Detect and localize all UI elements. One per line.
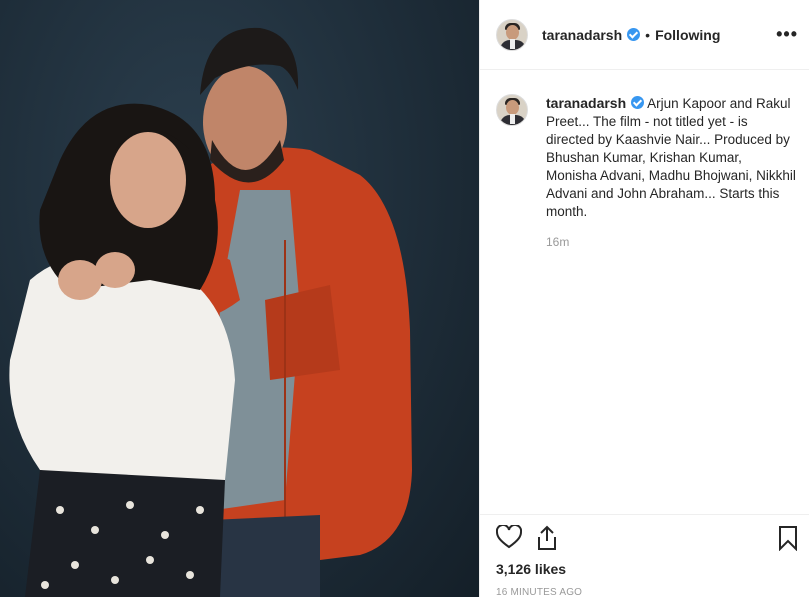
caption-text: Arjun Kapoor and Rakul Preet... The film… [546, 96, 796, 219]
heart-icon[interactable] [495, 523, 523, 554]
avatar-icon[interactable] [496, 18, 528, 51]
post-photo[interactable] [0, 0, 479, 597]
instagram-post: taranadarsh • Following ••• taranadarsh … [0, 0, 809, 597]
more-options-icon[interactable]: ••• [776, 24, 798, 45]
action-bar: 3,126 likes 16 MINUTES AGO [480, 514, 809, 597]
post-time[interactable]: 16 MINUTES AGO [496, 587, 582, 597]
caption-comment: taranadarsh Arjun Kapoor and Rakul Preet… [496, 94, 796, 221]
verified-badge-icon [627, 28, 641, 41]
share-icon[interactable] [535, 525, 559, 556]
caption-text-block: taranadarsh Arjun Kapoor and Rakul Preet… [546, 94, 796, 221]
separator-dot: • [645, 26, 651, 43]
caption-username-link[interactable]: taranadarsh [546, 95, 626, 111]
verified-badge-icon [631, 96, 645, 109]
follow-status-button[interactable]: Following [655, 27, 720, 43]
post-header: taranadarsh • Following ••• [480, 0, 809, 70]
comment-timestamp[interactable]: 16m [546, 235, 569, 249]
bookmark-icon[interactable] [778, 525, 798, 556]
post-panel: taranadarsh • Following ••• taranadarsh … [479, 0, 809, 597]
like-count[interactable]: 3,126 likes [496, 561, 566, 577]
avatar-icon[interactable] [496, 94, 528, 126]
photo-illustration [9, 27, 412, 597]
username-link[interactable]: taranadarsh [542, 27, 622, 43]
